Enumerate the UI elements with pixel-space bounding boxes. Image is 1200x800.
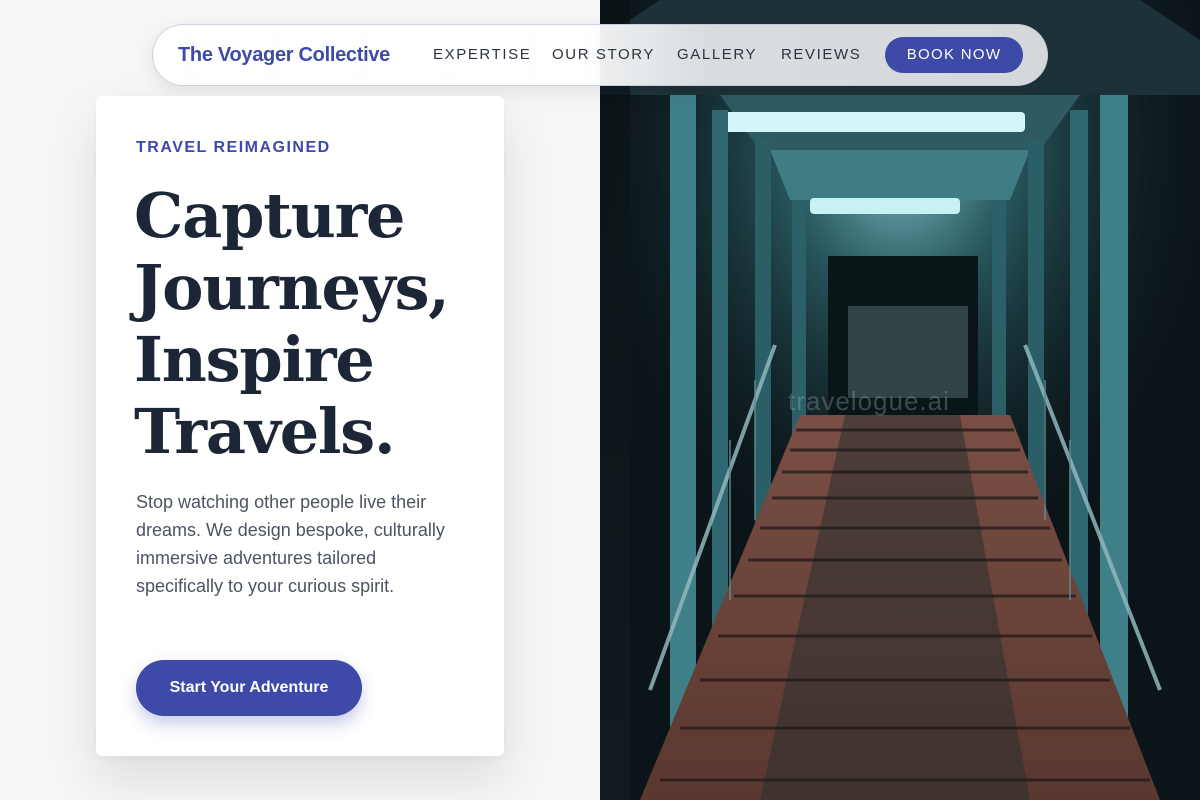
- headline-line: Capture: [134, 179, 406, 252]
- photo-watermark: travelogue.ai: [788, 386, 950, 416]
- nav-link-expertise[interactable]: EXPERTISE: [433, 25, 531, 85]
- start-adventure-button[interactable]: Start Your Adventure: [136, 660, 362, 716]
- brand-logo[interactable]: The Voyager Collective: [178, 25, 390, 85]
- headline-line: Inspire: [134, 323, 375, 396]
- hero-headline: Capture Journeys, Inspire Travels.: [134, 180, 494, 468]
- book-now-button[interactable]: BOOK NOW: [885, 37, 1023, 73]
- nav-link-gallery[interactable]: GALLERY: [677, 25, 757, 85]
- headline-line: Travels.: [134, 395, 396, 468]
- headline-line: Journeys,: [134, 251, 450, 324]
- hero-eyebrow: TRAVEL REIMAGINED: [136, 139, 331, 156]
- main-nav: The Voyager Collective EXPERTISE OUR STO…: [152, 24, 1048, 86]
- nav-link-our-story[interactable]: OUR STORY: [552, 25, 655, 85]
- hero-card: TRAVEL REIMAGINED Capture Journeys, Insp…: [96, 96, 504, 756]
- hero-image: travelogue.ai: [600, 0, 1200, 800]
- nav-link-reviews[interactable]: REVIEWS: [781, 25, 861, 85]
- hero-description: Stop watching other people live their dr…: [136, 492, 445, 596]
